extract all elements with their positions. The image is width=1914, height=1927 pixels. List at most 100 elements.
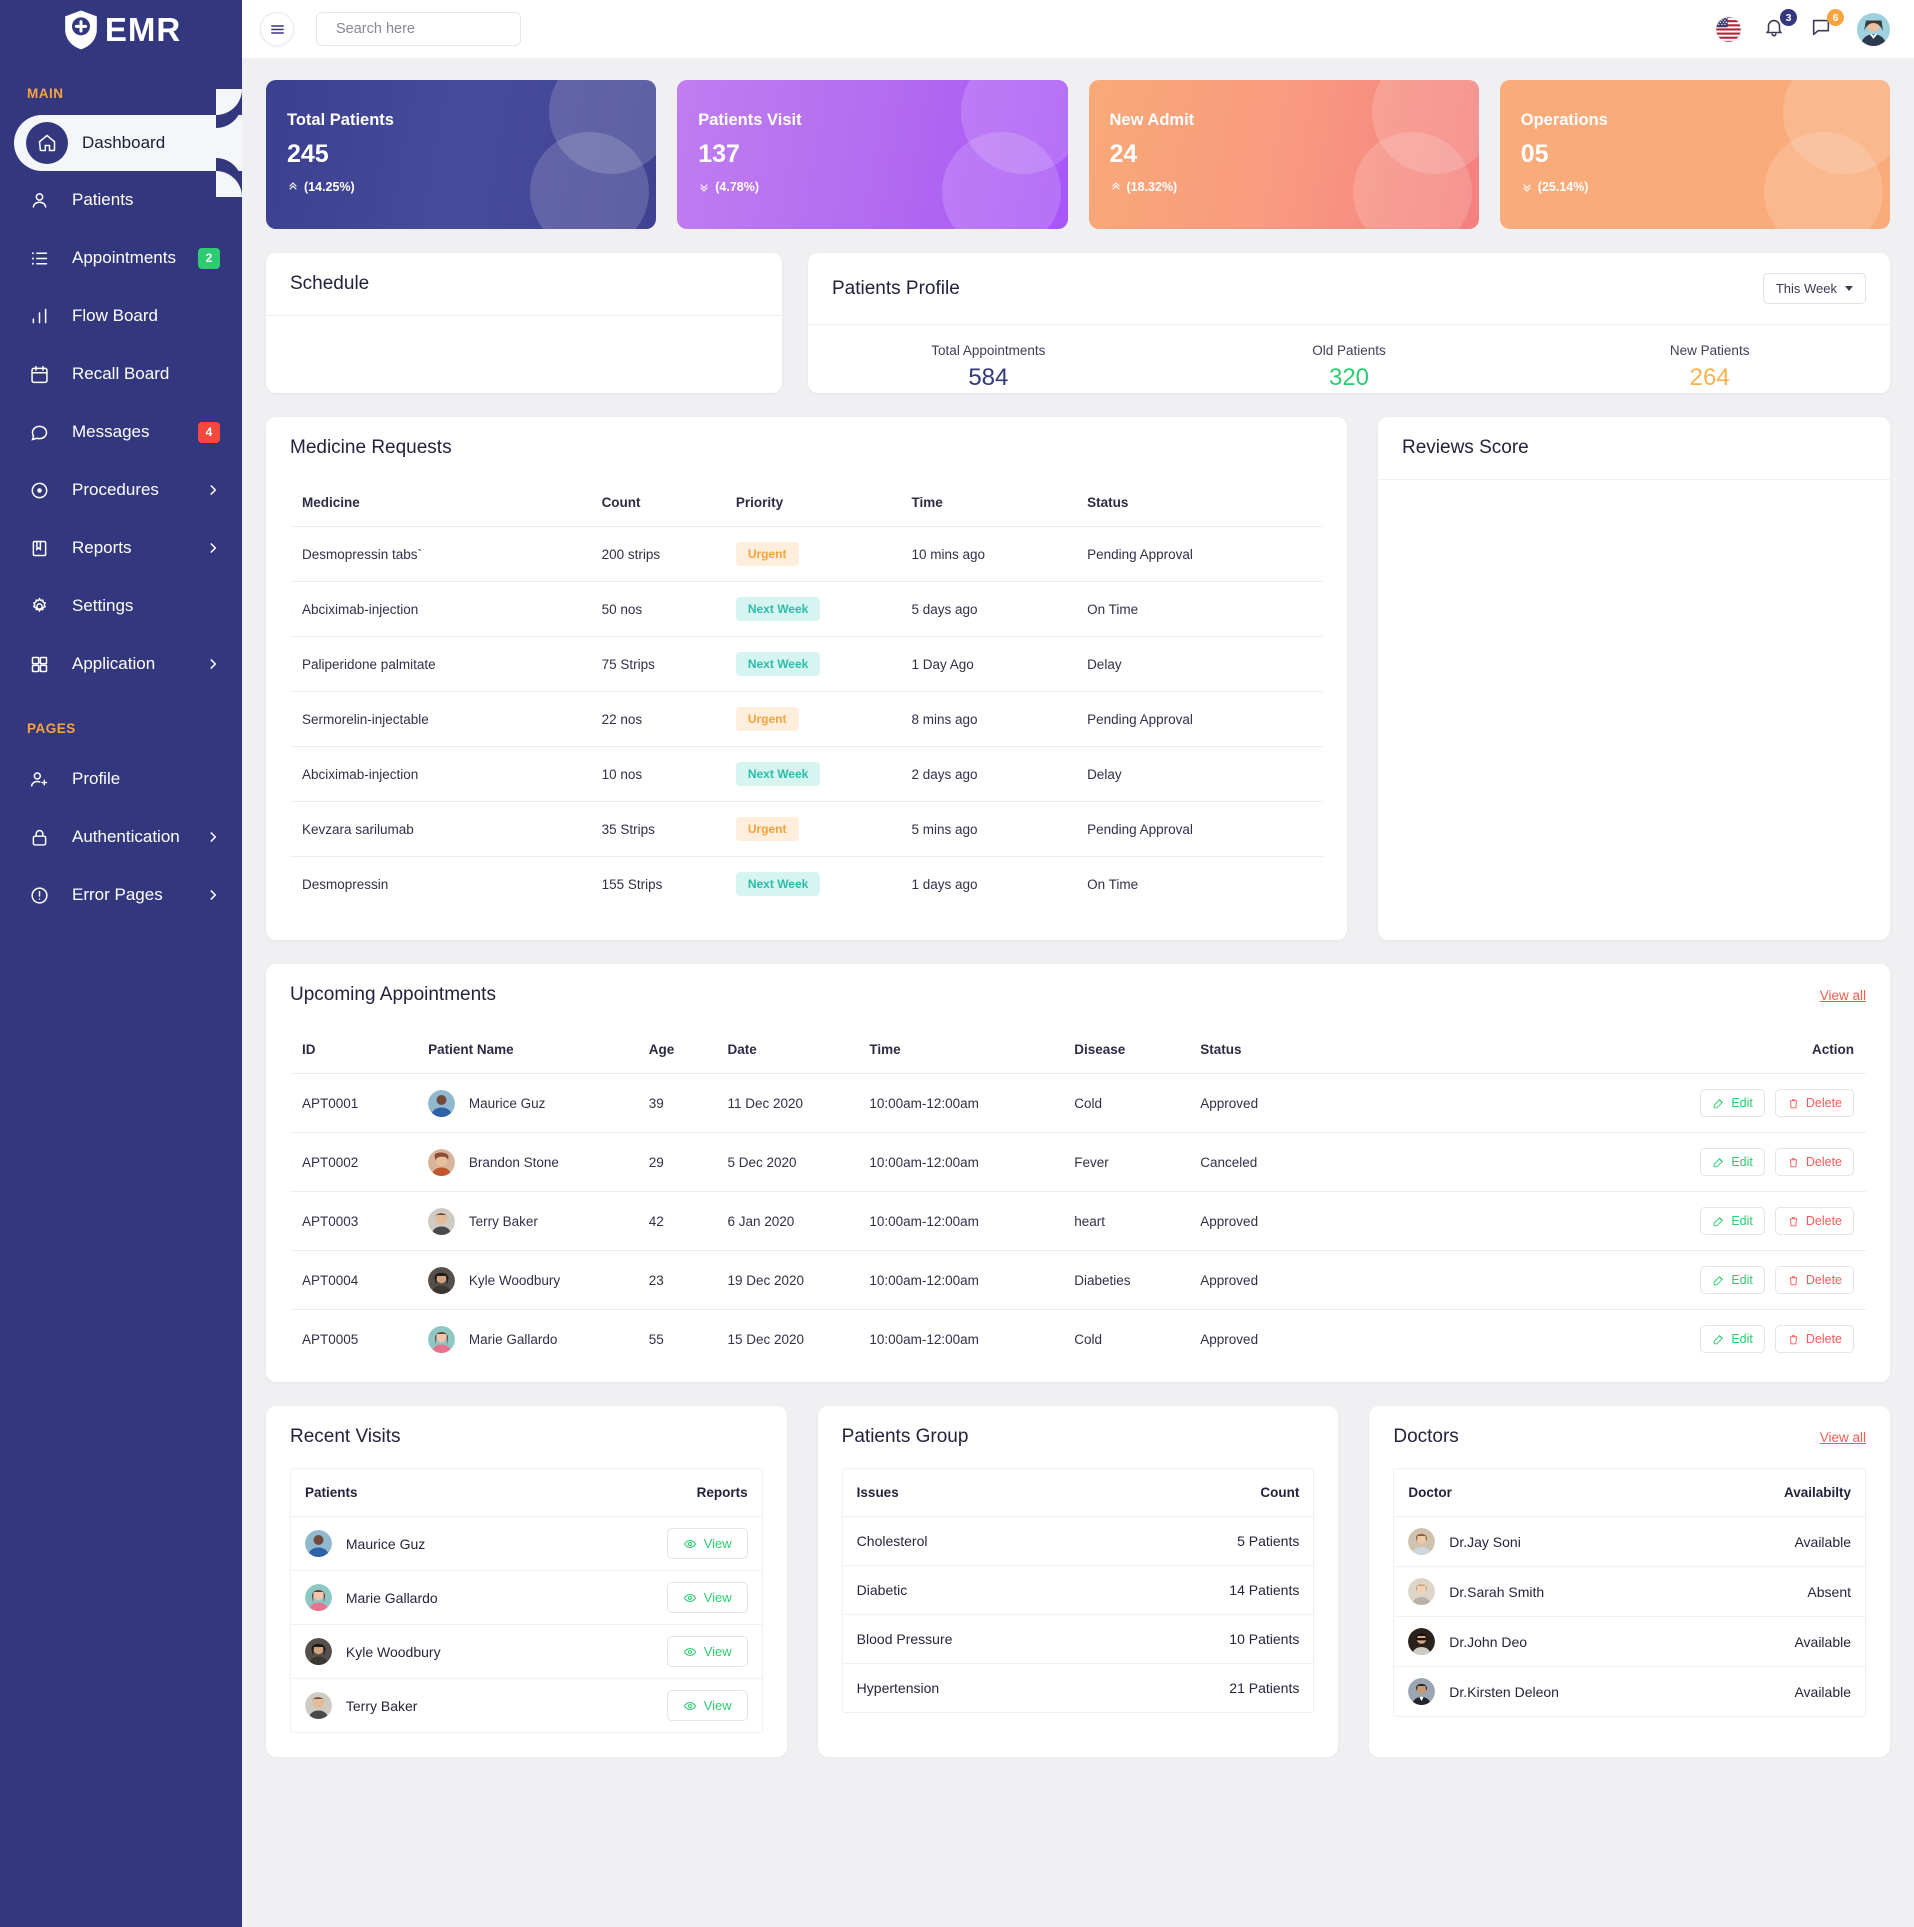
cell-disease: Fever: [1062, 1132, 1189, 1192]
view-button[interactable]: View: [666, 1582, 748, 1613]
priority-chip: Next Week: [735, 652, 821, 676]
avatar[interactable]: [1857, 12, 1890, 46]
sidebar-item-reports[interactable]: Reports: [0, 519, 242, 577]
list-item[interactable]: Kyle Woodbury View: [291, 1624, 762, 1679]
table-row[interactable]: Paliperidone palmitate 75 Strips Next We…: [290, 636, 1323, 692]
table-row[interactable]: APT0004 Kyle Woodbury 23 19 Dec 2020 10:…: [290, 1250, 1866, 1310]
delete-button[interactable]: Delete: [1774, 1325, 1854, 1353]
stat-card-patients-visit[interactable]: Patients Visit 137 (4.78%): [677, 80, 1068, 229]
col-status: Status: [1188, 1026, 1331, 1074]
list-item[interactable]: Dr.John Deo Available: [1394, 1616, 1866, 1667]
us-flag-icon[interactable]: [1715, 15, 1742, 43]
delete-button[interactable]: Delete: [1774, 1207, 1854, 1235]
medicine-reviews-row: Medicine Requests Medicine Count Priorit…: [266, 417, 1890, 940]
priority-chip: Urgent: [735, 817, 799, 841]
table-row[interactable]: Sermorelin-injectable 22 nos Urgent 8 mi…: [290, 691, 1323, 747]
patient-name: Terry Baker: [468, 1213, 538, 1229]
table-row[interactable]: APT0003 Terry Baker 42 6 Jan 2020 10:00a…: [290, 1191, 1866, 1251]
sidebar-item-appointments[interactable]: Appointments 2: [0, 229, 242, 287]
sidebar-section-main: MAIN: [27, 86, 64, 101]
sidebar-item-authentication[interactable]: Authentication: [0, 808, 242, 866]
cell-actions: Edit Delete: [1550, 1073, 1866, 1133]
edit-button[interactable]: Edit: [1700, 1207, 1765, 1235]
view-all-link[interactable]: View all: [1820, 1430, 1866, 1445]
edit-button[interactable]: Edit: [1700, 1266, 1765, 1294]
sidebar-item-recall-board[interactable]: Recall Board: [0, 345, 242, 403]
col-count: Count: [1105, 1469, 1314, 1517]
sidebar-item-dashboard[interactable]: Dashboard: [14, 89, 242, 197]
list-item[interactable]: Marie Gallardo View: [291, 1570, 762, 1625]
cell-count: 155 Strips: [601, 876, 663, 892]
search-input[interactable]: [336, 21, 523, 37]
table-row[interactable]: Abciximab-injection 50 nos Next Week 5 d…: [290, 581, 1323, 637]
cell-time: 1 days ago: [911, 876, 978, 892]
status-badge: Approved: [1200, 1331, 1259, 1347]
edit-label: Edit: [1731, 1096, 1753, 1110]
list-item[interactable]: Dr.Jay Soni Available: [1394, 1516, 1866, 1567]
delete-button[interactable]: Delete: [1774, 1266, 1854, 1294]
shield-medical-icon: [61, 8, 101, 50]
list-item[interactable]: Diabetic 14 Patients: [842, 1565, 1314, 1615]
list-item[interactable]: Hypertension 21 Patients: [843, 1664, 1314, 1713]
sidebar-item-profile[interactable]: Profile: [0, 750, 242, 808]
edit-button[interactable]: Edit: [1700, 1325, 1765, 1353]
table-row[interactable]: Abciximab-injection 10 nos Next Week 2 d…: [290, 746, 1323, 802]
cell-priority: Next Week: [723, 636, 900, 692]
table-row[interactable]: APT0002 Brandon Stone 29 5 Dec 2020 10:0…: [290, 1132, 1866, 1192]
list-item[interactable]: Dr.Sarah Smith Absent: [1394, 1566, 1866, 1617]
list-item[interactable]: Maurice Guz View: [291, 1516, 762, 1571]
cell-patient: Maurice Guz: [416, 1073, 637, 1133]
edit-button[interactable]: Edit: [1700, 1089, 1765, 1117]
table-row[interactable]: Kevzara sarilumab 35 Strips Urgent 5 min…: [290, 801, 1323, 857]
table-row[interactable]: APT0001 Maurice Guz 39 11 Dec 2020 10:00…: [290, 1073, 1866, 1133]
sidebar-item-application[interactable]: Application: [0, 635, 242, 693]
brand-logo[interactable]: EMR: [0, 0, 242, 58]
table-row[interactable]: APT0005 Marie Gallardo 55 15 Dec 2020 10…: [290, 1310, 1866, 1369]
list-item[interactable]: Blood Pressure 10 Patients: [842, 1614, 1314, 1664]
sidebar-item-flow-board[interactable]: Flow Board: [0, 287, 242, 345]
messages-button[interactable]: 6: [1810, 9, 1844, 42]
edit-label: Edit: [1731, 1332, 1753, 1346]
hamburger-icon[interactable]: [260, 12, 294, 46]
view-button[interactable]: View: [666, 1636, 748, 1667]
cell-medicine: Desmopressin: [302, 876, 389, 892]
list-item[interactable]: Dr.Kirsten Deleon Available: [1394, 1667, 1865, 1717]
edit-icon: [1714, 1275, 1724, 1285]
avatar: [428, 1207, 456, 1235]
cell-count: 22 nos: [589, 691, 724, 747]
delete-button[interactable]: Delete: [1774, 1148, 1854, 1176]
sidebar-item-patients[interactable]: Patients: [0, 171, 242, 229]
cell-patient: Kyle Woodbury: [291, 1624, 574, 1679]
stat-title: New Admit: [1109, 111, 1195, 129]
search-box[interactable]: [316, 12, 523, 46]
stat-delta-text: (14.25%): [304, 180, 355, 194]
stat-card-operations[interactable]: Operations 05 (25.14%): [1499, 80, 1890, 229]
stat-card-total-patients[interactable]: Total Patients 245 (14.25%): [266, 80, 657, 229]
cell-issue: Hypertension: [856, 1680, 940, 1696]
cell-age: 42: [636, 1191, 716, 1251]
cell-count: 5 Patients: [1105, 1516, 1314, 1566]
eye-icon: [683, 1593, 696, 1602]
bottom-row: Recent Visits Patients Reports Maurice G…: [266, 1406, 1891, 1757]
list-item[interactable]: Cholesterol 5 Patients: [842, 1516, 1314, 1566]
sidebar-item-settings[interactable]: Settings: [0, 577, 242, 635]
sidebar-item-messages[interactable]: Messages 4: [0, 403, 242, 461]
avatar: [1408, 1628, 1436, 1655]
notifications-button[interactable]: 3: [1763, 9, 1797, 42]
table-row[interactable]: Desmopressin tabs` 200 strips Urgent 10 …: [290, 526, 1323, 582]
sidebar-item-error-pages[interactable]: Error Pages: [0, 866, 242, 924]
trash-icon: [1789, 1216, 1798, 1226]
view-button[interactable]: View: [666, 1528, 748, 1559]
delete-button[interactable]: Delete: [1774, 1089, 1854, 1117]
cell-patient: Marie Gallardo: [291, 1570, 574, 1625]
chevrons-down-icon: [1523, 184, 1531, 192]
table-row[interactable]: Desmopressin 155 Strips Next Week 1 days…: [290, 857, 1323, 912]
sidebar-item-procedures[interactable]: Procedures: [0, 461, 242, 519]
view-button[interactable]: View: [666, 1690, 748, 1721]
col-medicine: Medicine: [290, 479, 590, 527]
period-selector[interactable]: This Week: [1762, 273, 1866, 304]
view-all-link[interactable]: View all: [1820, 988, 1866, 1003]
edit-button[interactable]: Edit: [1700, 1148, 1765, 1176]
stat-card-new-admit[interactable]: New Admit 24 (18.32%): [1088, 80, 1479, 229]
list-item[interactable]: Terry Baker View: [291, 1679, 762, 1733]
